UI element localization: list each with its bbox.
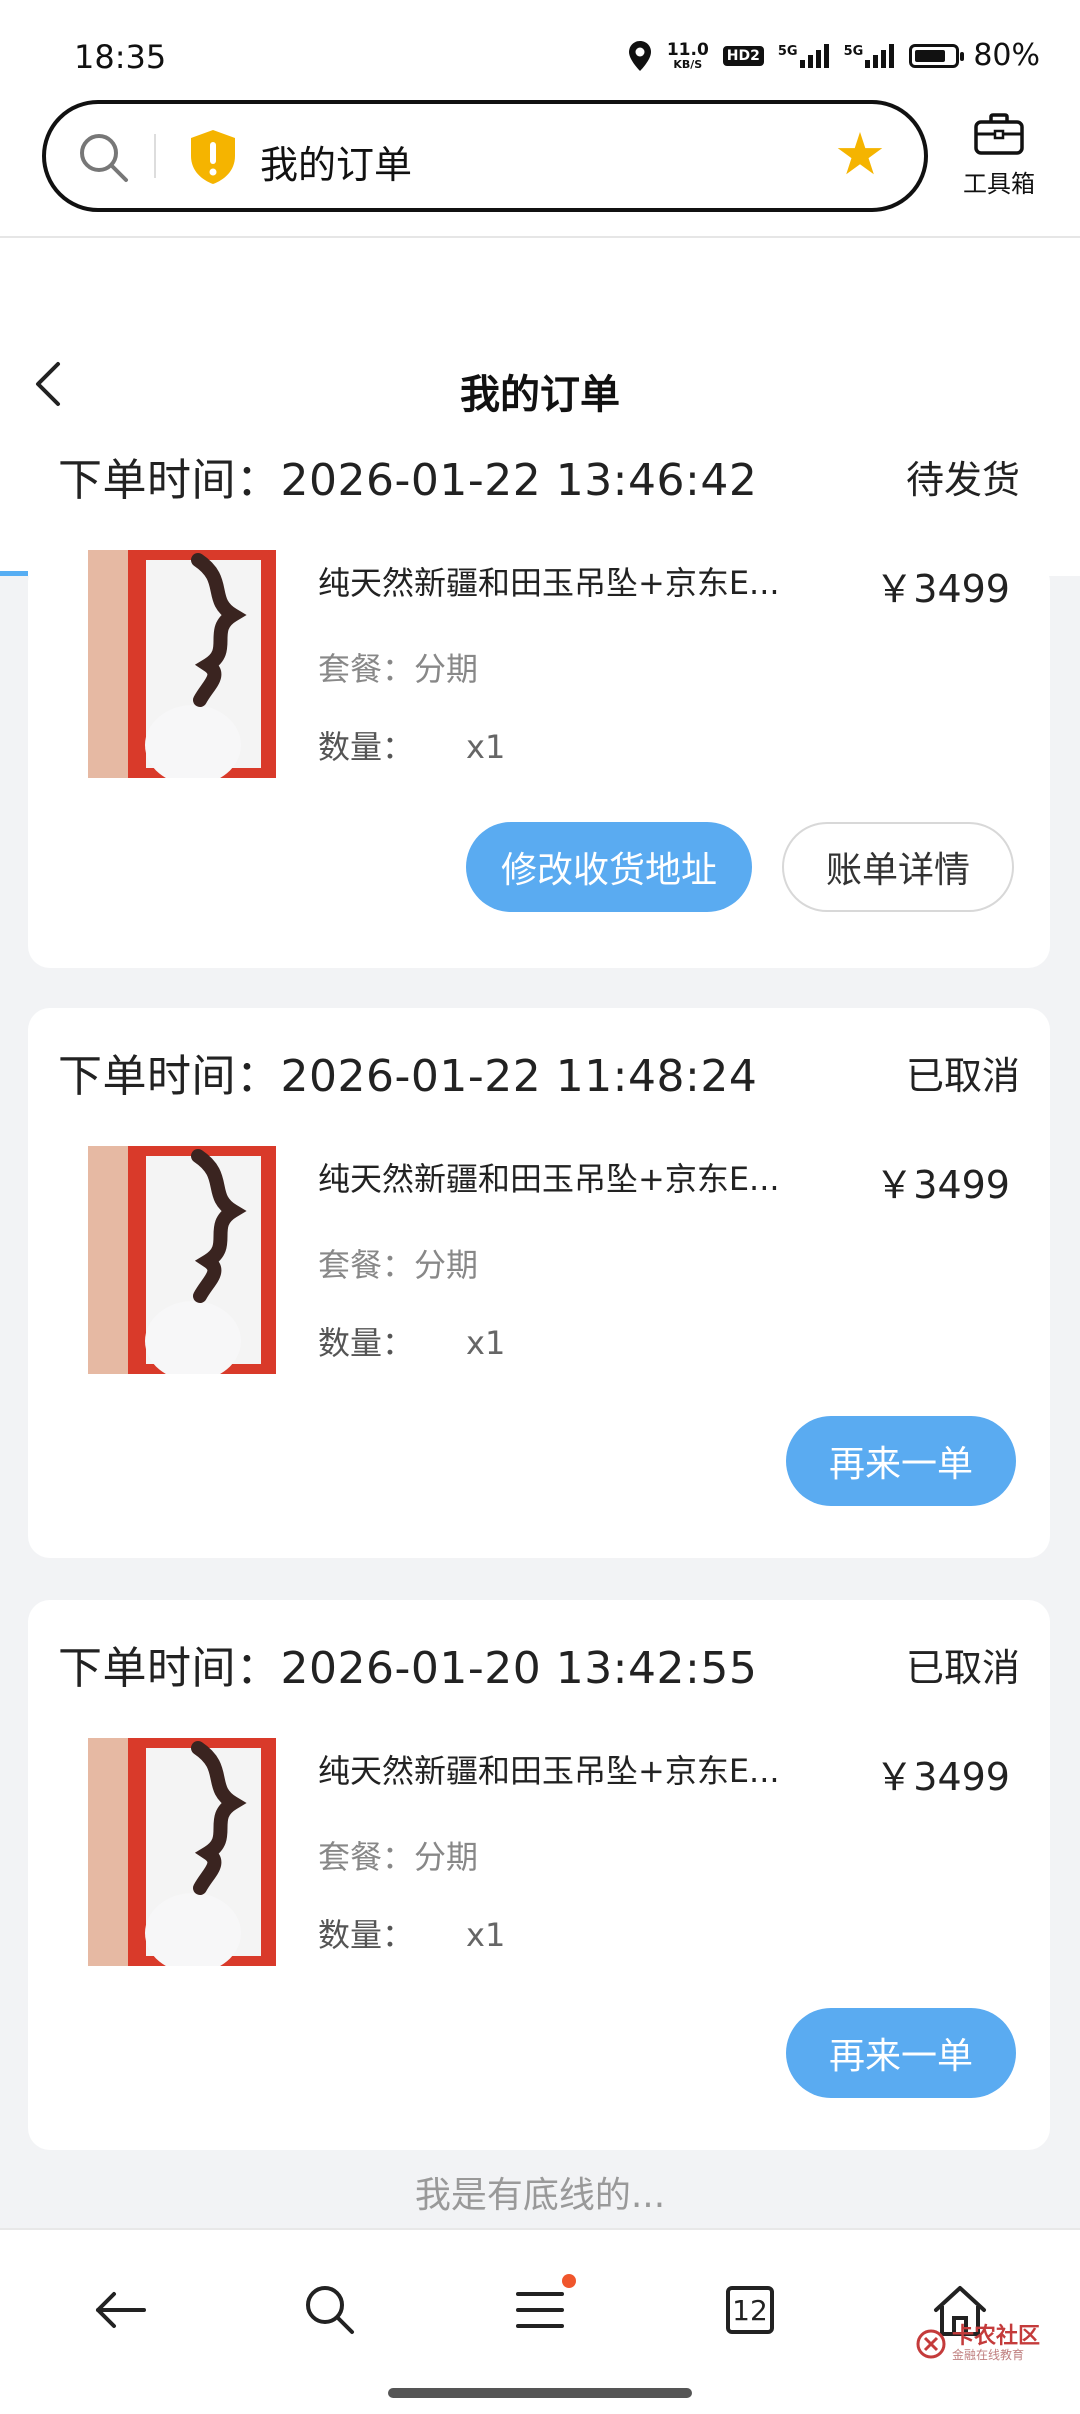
product-image[interactable]	[88, 550, 316, 778]
accent-line	[0, 571, 28, 576]
signal-5g-2-icon: 5G	[844, 43, 896, 68]
product-photo	[88, 1146, 316, 1374]
toolbox-button[interactable]: 工具箱	[944, 112, 1054, 199]
address-divider	[154, 134, 156, 178]
order-time: 下单时间：2026-01-20 13:42:55	[58, 1643, 758, 1694]
battery-text: 80%	[973, 38, 1040, 73]
bookmark-star-icon[interactable]: ★	[834, 124, 886, 184]
reorder-button[interactable]: 再来一单	[786, 1416, 1016, 1506]
product-price: ￥3499	[875, 1755, 1010, 1799]
product-name[interactable]: 纯天然新疆和田玉吊坠+京东E...	[318, 1746, 818, 1792]
watermark-text: 卡农社区	[951, 2324, 1040, 2349]
search-icon[interactable]	[76, 130, 132, 186]
search-icon	[306, 2286, 354, 2334]
battery-fill	[915, 49, 946, 62]
nav-search-button[interactable]	[290, 2270, 370, 2350]
net-speed-value: 11.0	[666, 39, 709, 60]
product-name[interactable]: 纯天然新疆和田玉吊坠+京东E...	[318, 1154, 818, 1200]
product-photo	[88, 1738, 316, 1966]
tabs-count: 12	[732, 2293, 768, 2327]
toolbox-icon	[974, 113, 1024, 155]
address-bar[interactable]: 我的订单 ★	[42, 100, 928, 212]
product-price: ￥3499	[875, 1163, 1010, 1207]
order-quantity: 数量： x1	[318, 1324, 506, 1362]
notification-dot	[562, 2274, 576, 2288]
toolbox-label: 工具箱	[963, 170, 1035, 198]
order-status: 已取消	[905, 1645, 1020, 1690]
order-status: 已取消	[905, 1053, 1020, 1098]
product-image[interactable]	[88, 1146, 316, 1374]
order-plan: 套餐：分期	[318, 650, 479, 688]
order-status: 待发货	[905, 457, 1020, 502]
watermark-subtext: 金融在线教育	[951, 2348, 1024, 2362]
menu-icon	[516, 2292, 564, 2328]
nav-menu-button[interactable]	[500, 2270, 580, 2350]
order-header: 下单时间：2026-01-22 11:48:24 已取消	[58, 1042, 1020, 1102]
battery-icon	[909, 43, 965, 68]
order-header: 下单时间：2026-01-20 13:42:55 已取消	[58, 1634, 1020, 1694]
location-icon	[628, 40, 651, 71]
end-of-list-text: 我是有底线的...	[414, 2175, 666, 2216]
back-icon	[96, 2292, 146, 2328]
order-plan: 套餐：分期	[318, 1246, 479, 1284]
order-quantity: 数量： x1	[318, 728, 506, 766]
browser-toolbar: 我的订单 ★ 工具箱	[0, 92, 1080, 238]
order-time: 下单时间：2026-01-22 11:48:24	[58, 1051, 758, 1102]
product-price: ￥3499	[875, 567, 1010, 611]
net-speed-indicator: 11.0 KB/S	[666, 39, 709, 71]
home-indicator[interactable]	[388, 2388, 692, 2398]
order-plan: 套餐：分期	[318, 1838, 479, 1876]
hd-icon: HD2	[722, 45, 764, 66]
status-bar: 18:35 11.0 KB/S HD2 5G 5G 80%	[0, 0, 1080, 92]
product-name[interactable]: 纯天然新疆和田玉吊坠+京东E...	[318, 558, 818, 604]
product-image[interactable]	[88, 1738, 316, 1966]
modify-address-button[interactable]: 修改收货地址	[466, 822, 752, 912]
product-photo	[88, 550, 316, 778]
order-quantity: 数量： x1	[318, 1916, 506, 1954]
signal-5g-icon: 5G	[778, 43, 830, 68]
page-header: 我的订单	[0, 238, 1080, 576]
net-speed-unit: KB/S	[673, 57, 703, 71]
status-time: 18:35	[74, 38, 167, 76]
status-icons: 11.0 KB/S HD2 5G 5G 80%	[627, 38, 1040, 73]
tabs-icon: 12	[726, 2286, 774, 2334]
watermark-icon	[916, 2329, 946, 2359]
nav-tabs-button[interactable]: 12	[710, 2270, 790, 2350]
nav-back-button[interactable]	[80, 2270, 160, 2350]
bottom-nav: 12 卡农社区 金融在线教育	[0, 2228, 1080, 2414]
shield-warning-icon[interactable]	[188, 128, 238, 186]
address-text[interactable]: 我的订单	[260, 134, 412, 189]
watermark-logo: 卡农社区 金融在线教育	[916, 2326, 1040, 2362]
reorder-button[interactable]: 再来一单	[786, 2008, 1016, 2098]
page-title: 我的订单	[460, 372, 620, 418]
bill-details-button[interactable]: 账单详情	[782, 822, 1014, 912]
order-time: 下单时间：2026-01-22 13:46:42	[58, 455, 758, 506]
order-header: 下单时间：2026-01-22 13:46:42 待发货	[58, 446, 1020, 506]
